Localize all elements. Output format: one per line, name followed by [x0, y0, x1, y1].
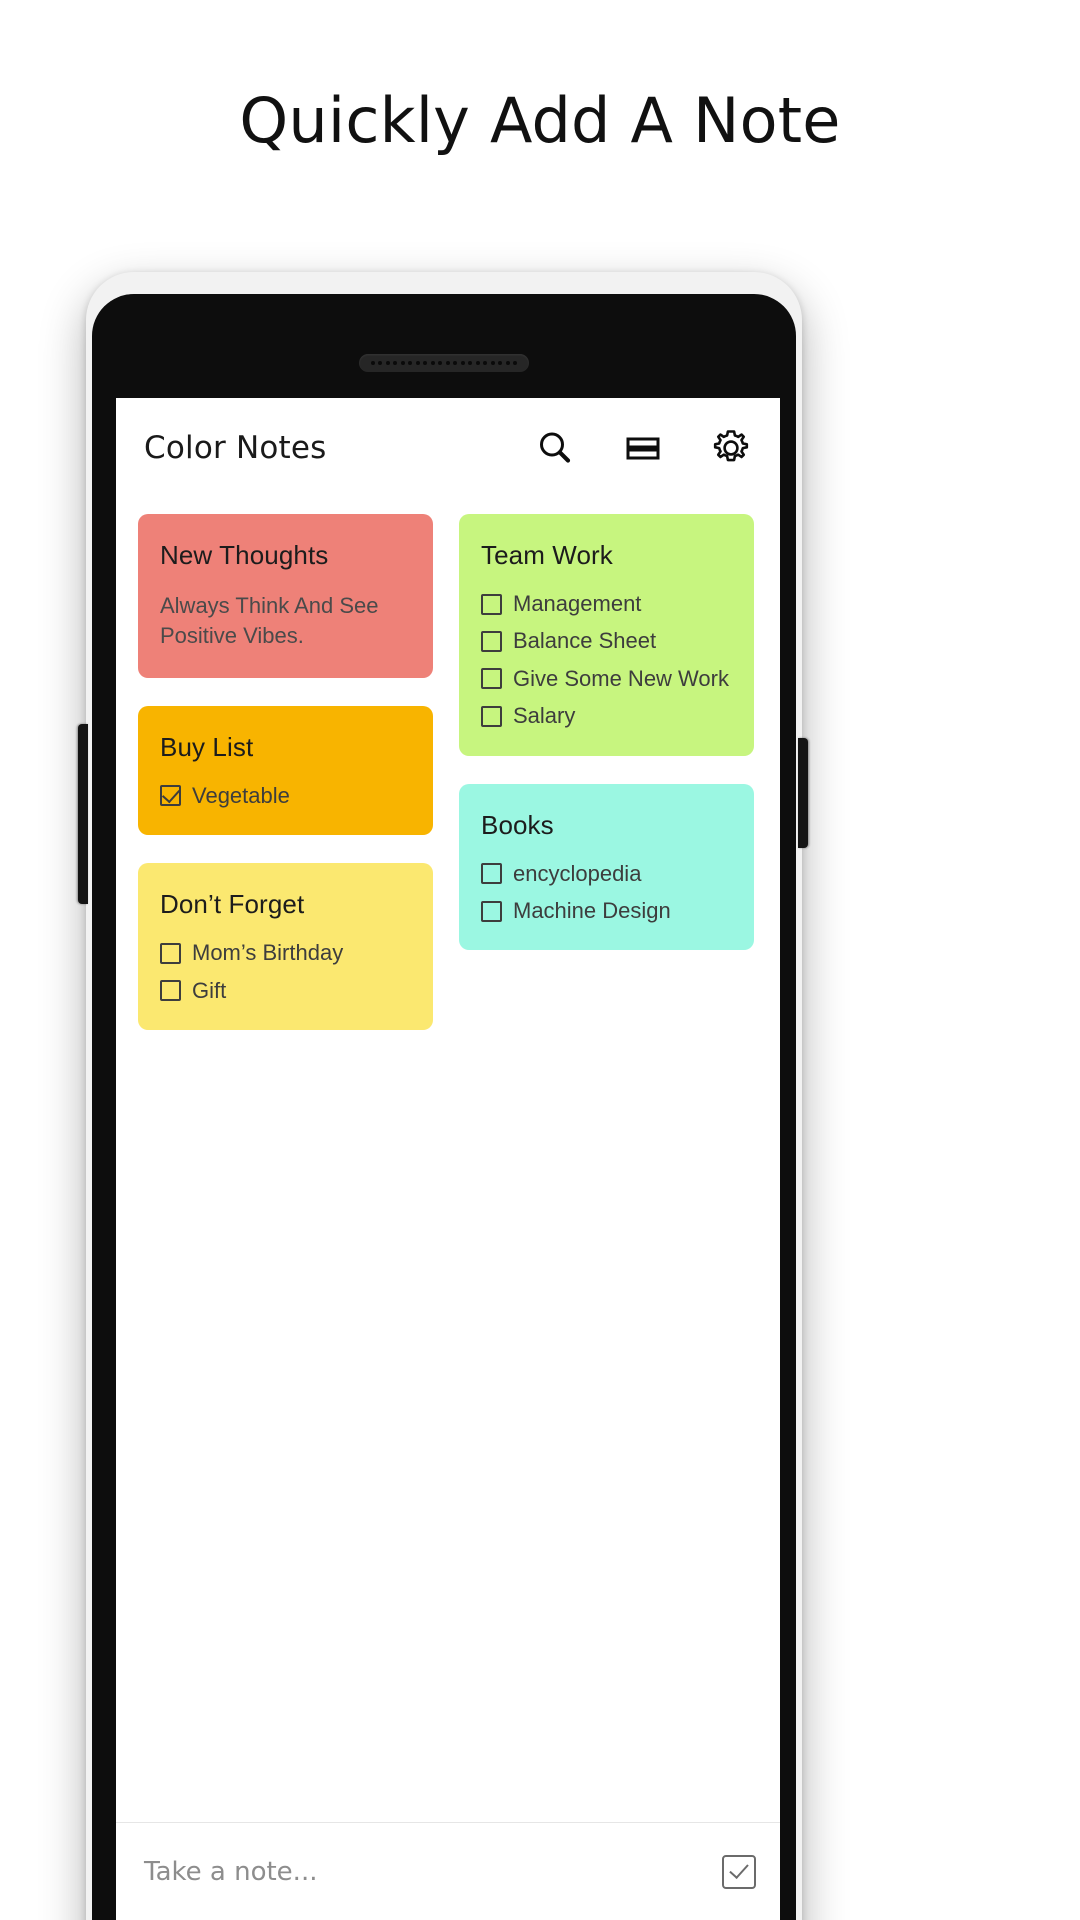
take-note-input[interactable]: Take a note... — [144, 1857, 722, 1887]
phone-power-button — [798, 738, 808, 848]
checklist-item[interactable]: Vegetable — [160, 783, 411, 809]
note-body: Always Think And See Positive Vibes. — [160, 593, 379, 649]
checklist-item-label: Balance Sheet — [513, 628, 657, 654]
note-checklist: Management Balance Sheet Give Some New Wor… — [481, 591, 732, 730]
gear-icon[interactable] — [708, 425, 754, 471]
checklist-item[interactable]: encyclopedia — [481, 861, 732, 887]
checkbox-unchecked-icon[interactable] — [481, 705, 502, 727]
note-title: Books — [481, 809, 554, 840]
checklist-item-label: Vegetable — [192, 782, 290, 808]
checkbox-unchecked-icon[interactable] — [481, 593, 502, 615]
note-title: New Thoughts — [160, 540, 329, 570]
app-screen: Color Notes New Thoughts Always Think An… — [116, 398, 780, 1920]
note-title: Buy List — [160, 731, 254, 762]
checkbox-unchecked-icon[interactable] — [481, 900, 502, 922]
page-root: Quickly Add A Note Color Notes New Thoug… — [0, 0, 1080, 1920]
checklist-item-label: Mom’s Birthday — [192, 940, 344, 966]
checklist-item-label: Machine Design — [513, 897, 671, 923]
checklist-item-label: Management — [513, 591, 642, 616]
note-checklist: Mom’s Birthday Gift — [160, 940, 411, 1004]
checkbox-unchecked-icon[interactable] — [481, 631, 502, 653]
app-title: Color Notes — [144, 430, 327, 466]
checklist-item[interactable]: Give Some New Work — [481, 666, 732, 692]
checklist-item[interactable]: Salary — [481, 703, 732, 729]
checklist-item[interactable]: Mom’s Birthday — [160, 940, 411, 966]
notes-grid: New Thoughts Always Think And See Positi… — [116, 498, 780, 1850]
checkbox-unchecked-icon[interactable] — [160, 980, 181, 1002]
checklist-item[interactable]: Management — [481, 591, 732, 617]
note-checklist: Vegetable — [160, 783, 411, 809]
checklist-item[interactable]: Machine Design — [481, 898, 732, 924]
notes-column-right: Team Work Management Balance Sheet Give So… — [459, 514, 754, 951]
note-card[interactable]: Team Work Management Balance Sheet Give So… — [459, 514, 754, 756]
checklist-item-label: encyclopedia — [513, 860, 642, 886]
note-composer-bar[interactable]: Take a note... — [116, 1822, 780, 1920]
notes-column-left: New Thoughts Always Think And See Positi… — [138, 514, 433, 1030]
checkbox-unchecked-icon[interactable] — [160, 942, 181, 964]
earpiece-speaker — [359, 354, 529, 372]
app-bar-actions — [532, 425, 754, 471]
checklist-item[interactable]: Balance Sheet — [481, 628, 732, 654]
note-card[interactable]: Don’t Forget Mom’s Birthday Gift — [138, 863, 433, 1030]
checkbox-checked-icon[interactable] — [160, 785, 181, 807]
note-card[interactable]: Buy List Vegetable — [138, 705, 433, 836]
checklist-item-label: Gift — [192, 977, 227, 1003]
checkbox-unchecked-icon[interactable] — [481, 863, 502, 885]
note-title: Team Work — [481, 540, 613, 570]
view-list-icon[interactable] — [620, 425, 666, 471]
app-bar: Color Notes — [116, 398, 780, 498]
checkbox-unchecked-icon[interactable] — [481, 668, 502, 690]
note-card[interactable]: New Thoughts Always Think And See Positi… — [138, 514, 433, 678]
note-card[interactable]: Books encyclopedia Machine Design — [459, 783, 754, 951]
search-icon[interactable] — [532, 425, 578, 471]
checklist-item-label: Salary — [513, 703, 576, 729]
checklist-item-label: Give Some New Work — [513, 665, 729, 691]
checklist-item[interactable]: Gift — [160, 978, 411, 1004]
note-title: Don’t Forget — [160, 889, 305, 920]
note-checklist: encyclopedia Machine Design — [481, 861, 732, 925]
page-headline: Quickly Add A Note — [239, 84, 841, 157]
notes-columns: New Thoughts Always Think And See Positi… — [138, 514, 758, 1030]
phone-volume-button — [78, 724, 88, 904]
checkbox-checked-icon[interactable] — [722, 1854, 756, 1889]
